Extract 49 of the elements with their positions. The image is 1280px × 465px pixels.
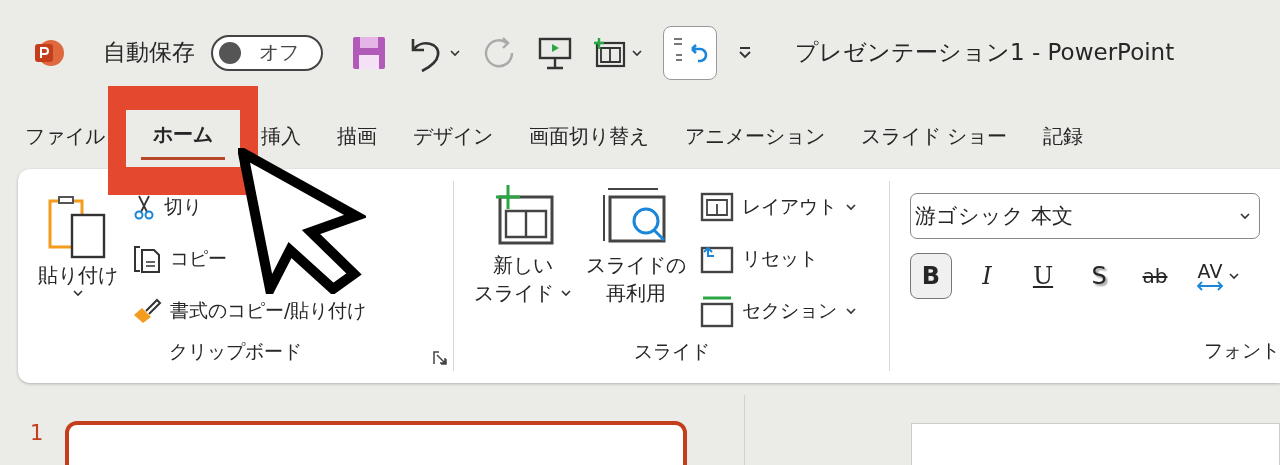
- new-slide-button[interactable]: [593, 36, 643, 69]
- group-label: スライド: [633, 339, 710, 364]
- scissors-icon: [132, 194, 156, 220]
- customize-caret-icon[interactable]: [737, 45, 753, 60]
- paste-button[interactable]: 貼り付け: [38, 181, 118, 333]
- layout-button[interactable]: レイアウト: [700, 185, 857, 229]
- copy-icon: [132, 244, 162, 274]
- ribbon-tab[interactable]: アニメーション: [685, 112, 825, 160]
- reset-icon: [700, 244, 734, 274]
- ribbon-tab[interactable]: デザイン: [413, 112, 493, 160]
- save-icon[interactable]: [351, 34, 387, 71]
- ribbon-tab[interactable]: 画面切り替え: [529, 112, 649, 160]
- dropdown-caret-icon: [1239, 212, 1251, 220]
- font-style-button[interactable]: S: [1078, 253, 1120, 299]
- section-icon: [700, 294, 734, 328]
- font-name-dropdown[interactable]: 游ゴシック 本文: [910, 193, 1260, 239]
- dialog-launcher-icon[interactable]: [433, 351, 447, 365]
- caret-icon: [449, 48, 461, 57]
- font-style-button[interactable]: U: [1022, 253, 1064, 299]
- section-button[interactable]: セクション: [700, 289, 857, 333]
- reset-button[interactable]: リセット: [700, 237, 857, 281]
- caret-icon: [845, 307, 857, 315]
- reuse-slides-button[interactable]: スライドの 再利用: [586, 181, 686, 333]
- caret-icon: [1228, 272, 1240, 280]
- paintbrush-icon: [132, 297, 162, 325]
- group-label: クリップボード: [169, 339, 302, 364]
- autosave-toggle[interactable]: オフ: [211, 34, 323, 71]
- caret-icon: [845, 203, 857, 211]
- font-style-button[interactable]: I: [966, 253, 1008, 299]
- caret-icon: [631, 48, 643, 57]
- font-style-button[interactable]: ab: [1134, 253, 1176, 299]
- layout-icon: [700, 192, 734, 222]
- caret-icon: [72, 289, 84, 297]
- quote-undo-icon[interactable]: [663, 25, 717, 80]
- font-style-button[interactable]: B: [910, 253, 952, 299]
- group-label: フォント: [1204, 338, 1280, 363]
- ribbon-tab[interactable]: 挿入: [261, 112, 301, 160]
- slide-number: 1: [30, 421, 44, 447]
- window-title: プレゼンテーション1 - PowerPoint: [795, 38, 1175, 67]
- new-slide-button[interactable]: 新しい スライド: [474, 181, 572, 333]
- autosave-label: 自動保存: [103, 38, 195, 67]
- ribbon-tab[interactable]: 記録: [1043, 112, 1084, 160]
- ribbon-tab[interactable]: ホーム: [141, 112, 225, 160]
- ribbon-tab[interactable]: ファイル: [25, 112, 105, 160]
- ribbon-tab[interactable]: スライド ショー: [861, 112, 1008, 160]
- font-style-button[interactable]: AV: [1190, 253, 1246, 299]
- double-arrow-icon: [1196, 280, 1224, 291]
- caret-icon: [560, 289, 572, 297]
- ribbon-tab[interactable]: 描画: [337, 112, 377, 160]
